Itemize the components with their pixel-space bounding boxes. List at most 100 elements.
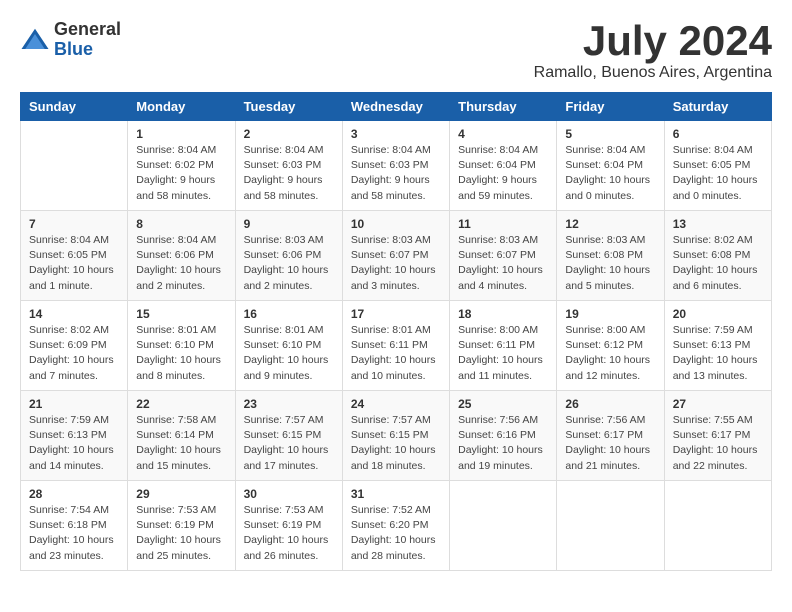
- calendar-cell: 9 Sunrise: 8:03 AMSunset: 6:06 PMDaylight…: [235, 211, 342, 301]
- day-header-monday: Monday: [128, 93, 235, 121]
- calendar-cell: 7 Sunrise: 8:04 AMSunset: 6:05 PMDaylight…: [21, 211, 128, 301]
- calendar-cell: 21Sunrise: 7:59 AMSunset: 6:13 PMDayligh…: [21, 391, 128, 481]
- day-info: Sunrise: 8:04 AMSunset: 6:03 PMDaylight:…: [351, 143, 441, 204]
- day-header-tuesday: Tuesday: [235, 93, 342, 121]
- day-number: 23: [244, 397, 334, 411]
- day-info: Sunrise: 7:57 AMSunset: 6:15 PMDaylight:…: [244, 413, 334, 474]
- title-area: July 2024 Ramallo, Buenos Aires, Argenti…: [534, 20, 772, 82]
- day-info: Sunrise: 8:04 AMSunset: 6:02 PMDaylight:…: [136, 143, 226, 204]
- day-info: Sunrise: 8:03 AMSunset: 6:06 PMDaylight:…: [244, 233, 334, 294]
- calendar-cell: 15 Sunrise: 8:01 AMSunset: 6:10 PMDayligh…: [128, 301, 235, 391]
- location-title: Ramallo, Buenos Aires, Argentina: [534, 64, 772, 82]
- day-header-friday: Friday: [557, 93, 664, 121]
- calendar-cell: [21, 121, 128, 211]
- day-info: Sunrise: 8:03 AMSunset: 6:07 PMDaylight:…: [458, 233, 548, 294]
- calendar-cell: 31 Sunrise: 7:52 AMSunset: 6:20 PMDayligh…: [342, 481, 449, 571]
- day-number: 19: [565, 307, 655, 321]
- day-info: Sunrise: 8:01 AMSunset: 6:10 PMDaylight:…: [244, 323, 334, 384]
- day-info: Sunrise: 8:03 AMSunset: 6:07 PMDaylight:…: [351, 233, 441, 294]
- day-info: Sunrise: 8:02 AMSunset: 6:08 PMDaylight:…: [673, 233, 763, 294]
- day-number: 2: [244, 127, 334, 141]
- calendar-cell: 17Sunrise: 8:01 AMSunset: 6:11 PMDayligh…: [342, 301, 449, 391]
- calendar-cell: 27 Sunrise: 7:55 AMSunset: 6:17 PMDayligh…: [664, 391, 771, 481]
- day-info: Sunrise: 7:53 AMSunset: 6:19 PMDaylight:…: [244, 503, 334, 564]
- day-header-saturday: Saturday: [664, 93, 771, 121]
- calendar-cell: 18 Sunrise: 8:00 AMSunset: 6:11 PMDayligh…: [450, 301, 557, 391]
- day-info: Sunrise: 8:04 AMSunset: 6:04 PMDaylight:…: [458, 143, 548, 204]
- day-info: Sunrise: 8:04 AMSunset: 6:03 PMDaylight:…: [244, 143, 334, 204]
- logo-general-text: General: [54, 20, 121, 40]
- month-title: July 2024: [534, 20, 772, 62]
- day-info: Sunrise: 7:56 AMSunset: 6:16 PMDaylight:…: [458, 413, 548, 474]
- day-info: Sunrise: 8:04 AMSunset: 6:06 PMDaylight:…: [136, 233, 226, 294]
- calendar-cell: 8 Sunrise: 8:04 AMSunset: 6:06 PMDaylight…: [128, 211, 235, 301]
- day-header-thursday: Thursday: [450, 93, 557, 121]
- day-number: 15: [136, 307, 226, 321]
- day-info: Sunrise: 8:03 AMSunset: 6:08 PMDaylight:…: [565, 233, 655, 294]
- day-info: Sunrise: 7:54 AMSunset: 6:18 PMDaylight:…: [29, 503, 119, 564]
- calendar-cell: 1Sunrise: 8:04 AMSunset: 6:02 PMDaylight…: [128, 121, 235, 211]
- day-number: 26: [565, 397, 655, 411]
- day-number: 14: [29, 307, 119, 321]
- day-number: 4: [458, 127, 548, 141]
- page-header: General Blue July 2024 Ramallo, Buenos A…: [20, 20, 772, 82]
- day-info: Sunrise: 7:55 AMSunset: 6:17 PMDaylight:…: [673, 413, 763, 474]
- day-number: 22: [136, 397, 226, 411]
- day-info: Sunrise: 8:01 AMSunset: 6:10 PMDaylight:…: [136, 323, 226, 384]
- calendar-cell: 30 Sunrise: 7:53 AMSunset: 6:19 PMDayligh…: [235, 481, 342, 571]
- day-info: Sunrise: 8:04 AMSunset: 6:04 PMDaylight:…: [565, 143, 655, 204]
- day-info: Sunrise: 8:00 AMSunset: 6:12 PMDaylight:…: [565, 323, 655, 384]
- days-header-row: SundayMondayTuesdayWednesdayThursdayFrid…: [21, 93, 772, 121]
- calendar-cell: 24 Sunrise: 7:57 AMSunset: 6:15 PMDayligh…: [342, 391, 449, 481]
- day-info: Sunrise: 8:00 AMSunset: 6:11 PMDaylight:…: [458, 323, 548, 384]
- day-number: 8: [136, 217, 226, 231]
- calendar-cell: 28 Sunrise: 7:54 AMSunset: 6:18 PMDayligh…: [21, 481, 128, 571]
- calendar-cell: 5 Sunrise: 8:04 AMSunset: 6:04 PMDaylight…: [557, 121, 664, 211]
- day-number: 28: [29, 487, 119, 501]
- logo-text: General Blue: [54, 20, 121, 60]
- logo: General Blue: [20, 20, 121, 60]
- day-number: 7: [29, 217, 119, 231]
- calendar-cell: 22 Sunrise: 7:58 AMSunset: 6:14 PMDayligh…: [128, 391, 235, 481]
- calendar-cell: [557, 481, 664, 571]
- day-info: Sunrise: 7:59 AMSunset: 6:13 PMDaylight:…: [673, 323, 763, 384]
- logo-icon: [20, 25, 50, 55]
- day-number: 6: [673, 127, 763, 141]
- calendar-cell: 25Sunrise: 7:56 AMSunset: 6:16 PMDayligh…: [450, 391, 557, 481]
- day-number: 31: [351, 487, 441, 501]
- day-number: 5: [565, 127, 655, 141]
- week-row-4: 21Sunrise: 7:59 AMSunset: 6:13 PMDayligh…: [21, 391, 772, 481]
- day-info: Sunrise: 7:59 AMSunset: 6:13 PMDaylight:…: [29, 413, 119, 474]
- day-number: 9: [244, 217, 334, 231]
- day-header-sunday: Sunday: [21, 93, 128, 121]
- calendar-cell: 14 Sunrise: 8:02 AMSunset: 6:09 PMDayligh…: [21, 301, 128, 391]
- day-number: 18: [458, 307, 548, 321]
- day-number: 16: [244, 307, 334, 321]
- day-number: 3: [351, 127, 441, 141]
- day-number: 24: [351, 397, 441, 411]
- day-info: Sunrise: 7:52 AMSunset: 6:20 PMDaylight:…: [351, 503, 441, 564]
- day-number: 27: [673, 397, 763, 411]
- day-number: 20: [673, 307, 763, 321]
- day-info: Sunrise: 8:04 AMSunset: 6:05 PMDaylight:…: [29, 233, 119, 294]
- day-number: 10: [351, 217, 441, 231]
- day-number: 17: [351, 307, 441, 321]
- calendar-cell: 4 Sunrise: 8:04 AMSunset: 6:04 PMDaylight…: [450, 121, 557, 211]
- week-row-5: 28 Sunrise: 7:54 AMSunset: 6:18 PMDayligh…: [21, 481, 772, 571]
- calendar-cell: 26 Sunrise: 7:56 AMSunset: 6:17 PMDayligh…: [557, 391, 664, 481]
- day-number: 30: [244, 487, 334, 501]
- calendar-cell: 6Sunrise: 8:04 AMSunset: 6:05 PMDaylight…: [664, 121, 771, 211]
- week-row-1: 1Sunrise: 8:04 AMSunset: 6:02 PMDaylight…: [21, 121, 772, 211]
- calendar-cell: 23 Sunrise: 7:57 AMSunset: 6:15 PMDayligh…: [235, 391, 342, 481]
- calendar-cell: 3 Sunrise: 8:04 AMSunset: 6:03 PMDaylight…: [342, 121, 449, 211]
- calendar-cell: [664, 481, 771, 571]
- calendar-cell: 19 Sunrise: 8:00 AMSunset: 6:12 PMDayligh…: [557, 301, 664, 391]
- day-info: Sunrise: 7:57 AMSunset: 6:15 PMDaylight:…: [351, 413, 441, 474]
- day-number: 12: [565, 217, 655, 231]
- day-info: Sunrise: 7:56 AMSunset: 6:17 PMDaylight:…: [565, 413, 655, 474]
- week-row-3: 14 Sunrise: 8:02 AMSunset: 6:09 PMDayligh…: [21, 301, 772, 391]
- day-info: Sunrise: 7:58 AMSunset: 6:14 PMDaylight:…: [136, 413, 226, 474]
- calendar-cell: 10 Sunrise: 8:03 AMSunset: 6:07 PMDayligh…: [342, 211, 449, 301]
- calendar-cell: 12 Sunrise: 8:03 AMSunset: 6:08 PMDayligh…: [557, 211, 664, 301]
- day-info: Sunrise: 8:02 AMSunset: 6:09 PMDaylight:…: [29, 323, 119, 384]
